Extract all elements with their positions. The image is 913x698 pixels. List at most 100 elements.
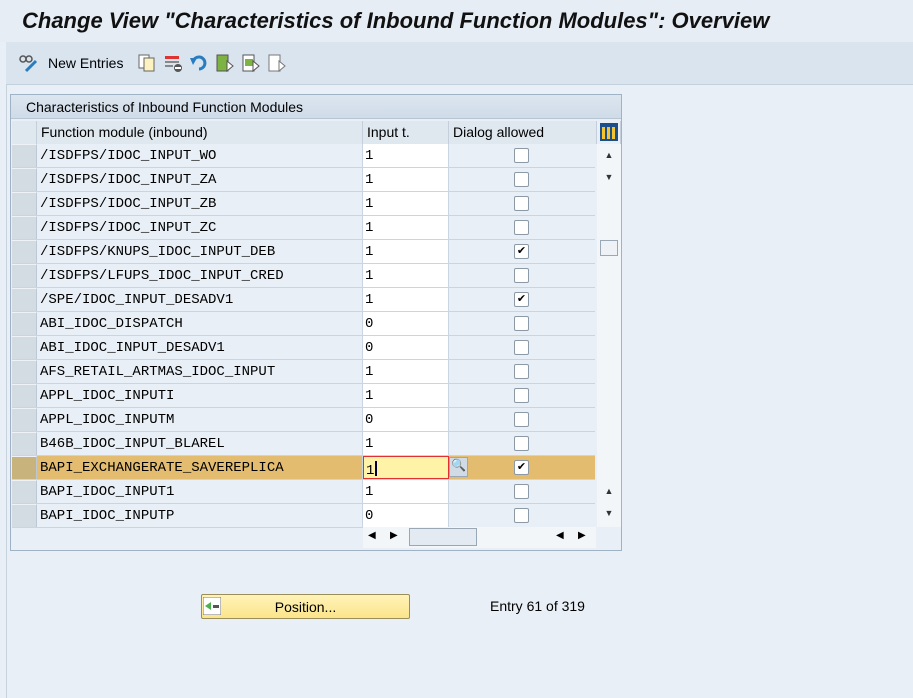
vertical-scrollbar[interactable]: ▲ ▼ ▲ ▼	[597, 144, 621, 527]
scroll-down-icon[interactable]: ▼	[599, 168, 619, 186]
scroll-left-end-icon[interactable]: ◀	[556, 530, 564, 541]
dialog-allowed-checkbox[interactable]	[514, 340, 529, 355]
input-type-field[interactable]: 1	[363, 168, 449, 191]
input-type-field[interactable]: 1	[363, 216, 449, 239]
table-row: BAPI_IDOC_INPUT1 1	[12, 480, 595, 504]
input-type-field[interactable]: 1	[363, 240, 449, 263]
row-selector[interactable]	[12, 360, 37, 383]
dialog-allowed-checkbox[interactable]	[514, 388, 529, 403]
function-module-cell: APPL_IDOC_INPUTM	[37, 408, 363, 431]
table-row: BAPI_IDOC_INPUTP 0	[12, 504, 595, 528]
column-header-dialog-allowed[interactable]: Dialog allowed	[449, 121, 597, 144]
dialog-allowed-checkbox[interactable]	[514, 148, 529, 163]
dialog-allowed-checkbox[interactable]	[514, 220, 529, 235]
function-module-cell: /ISDFPS/IDOC_INPUT_ZB	[37, 192, 363, 215]
column-settings-icon[interactable]	[597, 121, 621, 144]
scroll-thumb[interactable]	[600, 240, 618, 256]
dialog-allowed-checkbox[interactable]	[514, 172, 529, 187]
dialog-allowed-checkbox[interactable]	[514, 412, 529, 427]
row-selector[interactable]	[12, 432, 37, 455]
copy-icon[interactable]	[137, 53, 157, 73]
table-row: /SPE/IDOC_INPUT_DESADV1 1 ✔	[12, 288, 595, 312]
dialog-allowed-checkbox[interactable]	[514, 364, 529, 379]
dialog-allowed-checkbox[interactable]	[514, 436, 529, 451]
table-row: B46B_IDOC_INPUT_BLAREL 1	[12, 432, 595, 456]
position-icon	[202, 596, 222, 618]
row-selector[interactable]	[12, 456, 37, 479]
row-selector[interactable]	[12, 168, 37, 191]
dialog-allowed-checkbox[interactable]	[514, 508, 529, 523]
select-all-rows-button[interactable]	[12, 121, 37, 144]
function-module-cell: BAPI_IDOC_INPUT1	[37, 480, 363, 503]
horizontal-scroll-thumb[interactable]	[409, 528, 477, 546]
table-row: /ISDFPS/IDOC_INPUT_ZC 1	[12, 216, 595, 240]
table-row: APPL_IDOC_INPUTI 1	[12, 384, 595, 408]
column-header-function-module[interactable]: Function module (inbound)	[37, 121, 363, 144]
dialog-allowed-checkbox[interactable]: ✔	[514, 460, 529, 475]
dialog-allowed-checkbox[interactable]	[514, 268, 529, 283]
scroll-right-icon[interactable]: ▶	[390, 530, 398, 541]
scroll-up-icon[interactable]: ▲	[599, 146, 619, 164]
function-module-cell: /ISDFPS/KNUPS_IDOC_INPUT_DEB	[37, 240, 363, 263]
input-type-field[interactable]: 1	[363, 432, 449, 455]
scroll-page-down-icon[interactable]: ▼	[599, 504, 619, 522]
undo-icon[interactable]	[189, 53, 209, 73]
function-module-cell: /ISDFPS/LFUPS_IDOC_INPUT_CRED	[37, 264, 363, 287]
input-type-field[interactable]: 1	[363, 264, 449, 287]
position-button[interactable]: Position...	[201, 594, 410, 619]
function-module-cell: ABI_IDOC_INPUT_DESADV1	[37, 336, 363, 359]
select-all-icon[interactable]	[215, 53, 235, 73]
application-toolbar: New Entries	[6, 42, 913, 85]
display-change-icon[interactable]	[18, 53, 38, 73]
row-selector[interactable]	[12, 264, 37, 287]
input-type-field[interactable]: 1	[363, 360, 449, 383]
scroll-right-end-icon[interactable]: ▶	[578, 530, 586, 541]
row-selector[interactable]	[12, 336, 37, 359]
delete-icon[interactable]	[163, 53, 183, 73]
value-help-search-icon[interactable]: 🔍	[449, 457, 468, 477]
row-selector[interactable]	[12, 240, 37, 263]
select-block-icon[interactable]	[241, 53, 261, 73]
input-type-field[interactable]: 0	[363, 312, 449, 335]
input-type-field[interactable]: 0	[363, 504, 449, 527]
deselect-all-icon[interactable]	[267, 53, 287, 73]
row-selector[interactable]	[12, 504, 37, 527]
input-type-field[interactable]: 1	[363, 456, 449, 479]
row-selector[interactable]	[12, 408, 37, 431]
function-module-cell: APPL_IDOC_INPUTI	[37, 384, 363, 407]
row-selector[interactable]	[12, 480, 37, 503]
new-entries-button[interactable]: New Entries	[48, 55, 123, 71]
input-type-value: 0	[365, 508, 374, 524]
dialog-allowed-checkbox[interactable]: ✔	[514, 244, 529, 259]
input-type-field[interactable]: 0	[363, 408, 449, 431]
function-module-cell: BAPI_IDOC_INPUTP	[37, 504, 363, 527]
table-row: /ISDFPS/IDOC_INPUT_ZA 1	[12, 168, 595, 192]
column-header-input-type[interactable]: Input t.	[363, 121, 449, 144]
input-type-field[interactable]: 0	[363, 336, 449, 359]
function-module-cell: ABI_IDOC_DISPATCH	[37, 312, 363, 335]
dialog-allowed-checkbox[interactable]	[514, 196, 529, 211]
row-selector[interactable]	[12, 288, 37, 311]
row-selector[interactable]	[12, 216, 37, 239]
dialog-allowed-checkbox[interactable]	[514, 484, 529, 499]
row-selector[interactable]	[12, 384, 37, 407]
page-title: Change View "Characteristics of Inbound …	[0, 0, 913, 42]
horizontal-scrollbar[interactable]: ◀ ▶ ◀ ▶	[363, 527, 596, 548]
scroll-left-icon[interactable]: ◀	[368, 530, 376, 541]
table-row: APPL_IDOC_INPUTM 0	[12, 408, 595, 432]
function-module-cell: /ISDFPS/IDOC_INPUT_ZC	[37, 216, 363, 239]
input-type-field[interactable]: 1	[363, 480, 449, 503]
input-type-field[interactable]: 1	[363, 192, 449, 215]
row-selector[interactable]	[12, 144, 37, 167]
row-selector[interactable]	[12, 312, 37, 335]
input-type-field[interactable]: 1	[363, 288, 449, 311]
entry-info: Entry 61 of 319	[490, 598, 585, 614]
input-type-field[interactable]: 1	[363, 384, 449, 407]
input-type-field[interactable]: 1	[363, 144, 449, 167]
function-module-cell: B46B_IDOC_INPUT_BLAREL	[37, 432, 363, 455]
dialog-allowed-checkbox[interactable]: ✔	[514, 292, 529, 307]
row-selector[interactable]	[12, 192, 37, 215]
dialog-allowed-checkbox[interactable]	[514, 316, 529, 331]
input-type-value: 1	[365, 196, 374, 212]
scroll-page-up-icon[interactable]: ▲	[599, 482, 619, 500]
